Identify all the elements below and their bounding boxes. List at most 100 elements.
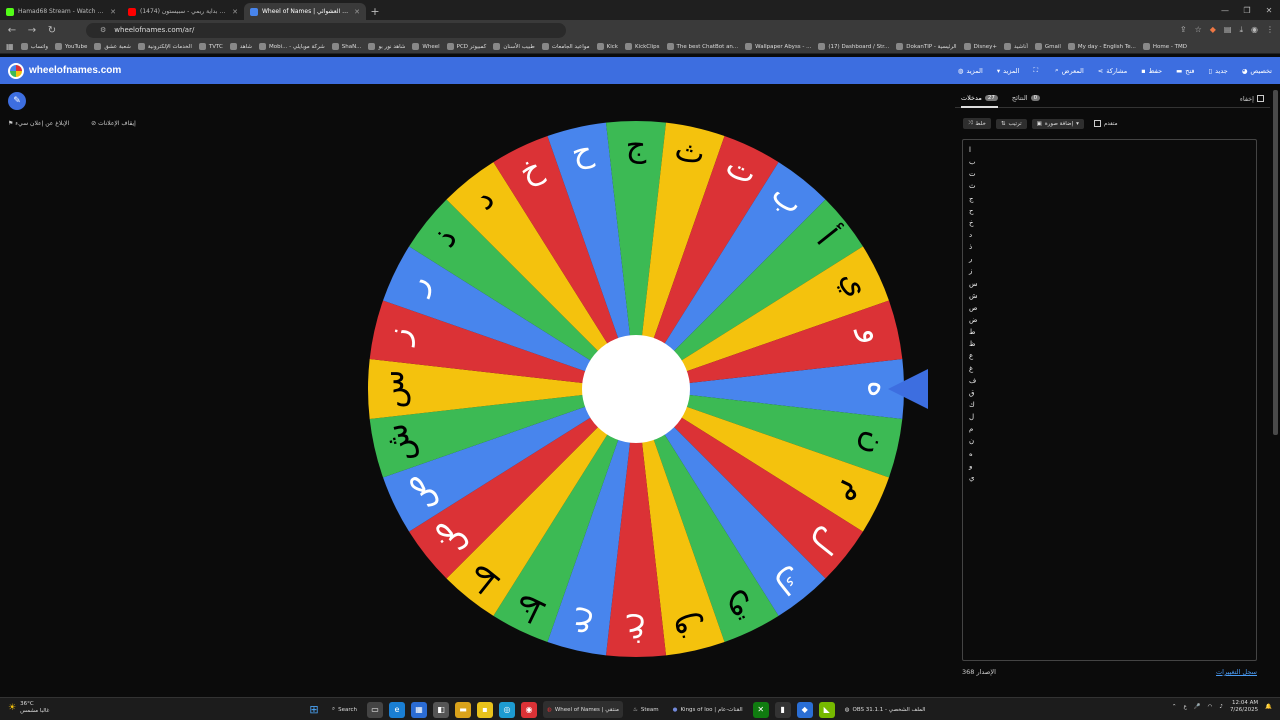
nvidia-icon[interactable]: ◣ bbox=[818, 701, 835, 718]
tab-entries[interactable]: مدخلات 27 bbox=[961, 90, 998, 108]
list-item[interactable]: د bbox=[969, 229, 1250, 241]
share-page-icon[interactable]: ⇪ bbox=[1180, 25, 1187, 35]
list-item[interactable]: ر bbox=[969, 253, 1250, 265]
extension-icon[interactable]: ◆ bbox=[1210, 25, 1216, 35]
browser-tab[interactable]: (1474) أغنية بداية ريمي - سبيستون ✕ bbox=[122, 3, 244, 20]
bookmark-item[interactable]: شعبة عشق bbox=[94, 43, 131, 50]
reload-icon[interactable]: ↻ bbox=[46, 25, 58, 36]
menu-item-save[interactable]: ▪ حفظ bbox=[1141, 66, 1162, 75]
bookmark-item[interactable]: DokanTIP - الرئيسية bbox=[896, 43, 957, 50]
close-tab-icon[interactable]: ✕ bbox=[110, 8, 116, 16]
entries-textarea[interactable]: ابتثجحخدذرزسشصضطظعغفقكلمنهوي bbox=[962, 139, 1257, 661]
back-icon[interactable]: ← bbox=[6, 25, 18, 36]
bookmark-item[interactable]: Home - TMD bbox=[1142, 43, 1187, 50]
notification-bell-icon[interactable]: 🔔 bbox=[1265, 704, 1272, 710]
menu-dots-icon[interactable]: ⋮ bbox=[1266, 25, 1274, 35]
menu-item-folder[interactable]: ▬ فتح bbox=[1176, 66, 1194, 75]
wheel-container[interactable]: هنملكقفغعظطضصشسزرذدخحجثتبأيو bbox=[366, 119, 928, 659]
menu-item-palette[interactable]: ◕ تخصيص bbox=[1242, 66, 1272, 75]
site-name[interactable]: wheelofnames.com bbox=[29, 65, 121, 76]
bookmark-item[interactable]: شاهد bbox=[229, 43, 252, 50]
list-item[interactable]: ت bbox=[969, 168, 1250, 180]
calendar-icon[interactable]: ▦ bbox=[411, 701, 427, 718]
volume-icon[interactable]: ♪ bbox=[1219, 704, 1223, 710]
bookmark-star-icon[interactable]: ☆ bbox=[1195, 25, 1202, 35]
list-item[interactable]: ل bbox=[969, 411, 1250, 423]
list-item[interactable]: م bbox=[969, 423, 1250, 435]
list-item[interactable]: خ bbox=[969, 217, 1250, 229]
bookmark-item[interactable]: الخدمات الإلكترونية bbox=[137, 43, 192, 50]
new-tab-button[interactable]: + bbox=[366, 3, 384, 20]
list-item[interactable]: و bbox=[969, 460, 1250, 472]
list-item[interactable]: ف bbox=[969, 375, 1250, 387]
chrome-icon[interactable]: ◉ bbox=[521, 701, 537, 718]
bookmark-item[interactable]: (17) Dashboard / Str... bbox=[818, 43, 889, 50]
sidebar-icon[interactable]: ▤ bbox=[1224, 25, 1232, 35]
list-item[interactable]: ث bbox=[969, 180, 1250, 192]
download-icon[interactable]: ⤓ bbox=[1239, 25, 1243, 35]
list-item[interactable]: ص bbox=[969, 302, 1250, 314]
close-tab-icon[interactable]: ✕ bbox=[232, 8, 238, 16]
advanced-checkbox[interactable]: متقدم bbox=[1089, 118, 1123, 129]
bookmark-item[interactable]: PCD كمبيوتر bbox=[446, 43, 486, 50]
list-item[interactable]: ج bbox=[969, 193, 1250, 205]
page-scrollbar[interactable] bbox=[1273, 90, 1278, 435]
bookmark-item[interactable]: Gmail bbox=[1034, 43, 1061, 50]
list-item[interactable]: ع bbox=[969, 350, 1250, 362]
list-item[interactable]: ك bbox=[969, 399, 1250, 411]
list-item[interactable]: ي bbox=[969, 472, 1250, 484]
taskbar-app-obs[interactable]: ◍ OBS 31.1.1 - الملف الشخصي bbox=[841, 701, 930, 718]
changelog-link[interactable]: سجل التغييرات bbox=[1216, 668, 1257, 676]
menu-item-file[interactable]: ▯ جديد bbox=[1209, 66, 1228, 75]
add-image-button[interactable]: ▣ إضافة صورة ▾ bbox=[1031, 118, 1084, 129]
browser-tab[interactable]: Wheel of Names | اسم العشوائي ✕ bbox=[244, 3, 366, 20]
bookmark-item[interactable]: شاهد نور بو bbox=[368, 43, 405, 50]
minimize-icon[interactable]: — bbox=[1214, 0, 1236, 20]
list-item[interactable]: ا bbox=[969, 144, 1250, 156]
task-view-icon[interactable]: ▭ bbox=[367, 701, 383, 718]
bookmark-item[interactable]: Mobi... - شركة موبايلي bbox=[258, 43, 325, 50]
disable-ads-link[interactable]: ⊘ إيقاف الإعلانات bbox=[91, 120, 136, 127]
shuffle-button[interactable]: ⤨ خلط bbox=[963, 118, 991, 129]
menu-item-chevron-down[interactable]: ▾ المزيد bbox=[997, 66, 1020, 75]
site-info-icon[interactable]: ⚙ bbox=[100, 26, 106, 34]
list-item[interactable]: ز bbox=[969, 265, 1250, 277]
taskbar-search[interactable]: ⌕ Search bbox=[328, 701, 361, 718]
bookmark-item[interactable]: TVTC bbox=[198, 43, 223, 50]
sort-button[interactable]: ⇅ ترتيب bbox=[995, 118, 1027, 129]
bookmark-item[interactable]: Wallpaper Abyss - ... bbox=[745, 43, 811, 50]
list-item[interactable]: ظ bbox=[969, 338, 1250, 350]
tab-results[interactable]: النتائج 0 bbox=[1012, 90, 1041, 108]
bookmark-item[interactable]: Kick bbox=[596, 43, 618, 50]
bookmark-item[interactable]: Disney+ bbox=[963, 43, 997, 50]
bookmark-item[interactable]: YouTube bbox=[55, 43, 87, 50]
edit-pencil-icon[interactable]: ✎ bbox=[8, 92, 26, 110]
folder-icon[interactable]: ▬ bbox=[455, 701, 471, 718]
profile-icon[interactable]: ◉ bbox=[1251, 25, 1258, 35]
microphone-icon[interactable]: 🎤 bbox=[1194, 704, 1201, 710]
list-item[interactable]: ب bbox=[969, 156, 1250, 168]
list-item[interactable]: س bbox=[969, 278, 1250, 290]
hide-panel-checkbox[interactable]: إخفاء bbox=[1240, 95, 1264, 103]
sticky-notes-icon[interactable]: ▪ bbox=[477, 701, 493, 718]
windows-start-icon[interactable]: ⊞ bbox=[306, 702, 322, 718]
bookmark-item[interactable]: أناشيد bbox=[1003, 43, 1028, 50]
close-window-icon[interactable]: ✕ bbox=[1258, 0, 1280, 20]
apps-grid-icon[interactable]: ▦ bbox=[6, 42, 14, 51]
bookmark-item[interactable]: My day - English Te... bbox=[1067, 43, 1136, 50]
list-item[interactable]: ه bbox=[969, 448, 1250, 460]
language-indicator[interactable]: ع bbox=[1183, 704, 1186, 710]
report-ad-link[interactable]: ⚑ الإبلاغ عن إعلان سيء bbox=[8, 120, 69, 127]
browser-tab[interactable]: Hamad68 Stream - Watch Live on Ki✕ bbox=[0, 3, 122, 20]
list-item[interactable]: غ bbox=[969, 363, 1250, 375]
bookmark-item[interactable]: ShaN... bbox=[331, 43, 361, 50]
xbox-icon[interactable]: ✕ bbox=[752, 701, 769, 718]
logo-icon[interactable] bbox=[8, 62, 24, 79]
list-item[interactable]: ض bbox=[969, 314, 1250, 326]
list-item[interactable]: ذ bbox=[969, 241, 1250, 253]
menu-item-share[interactable]: ⋖ مشاركة bbox=[1098, 66, 1127, 75]
taskbar-app-discord[interactable]: ● Kings of loo | القنات-عام bbox=[669, 701, 747, 718]
menu-item-search[interactable]: ⌕ المعرض bbox=[1055, 66, 1084, 75]
checkbox-icon[interactable] bbox=[1093, 120, 1101, 127]
taskbar-app-steam[interactable]: ♨ Steam bbox=[629, 701, 663, 718]
